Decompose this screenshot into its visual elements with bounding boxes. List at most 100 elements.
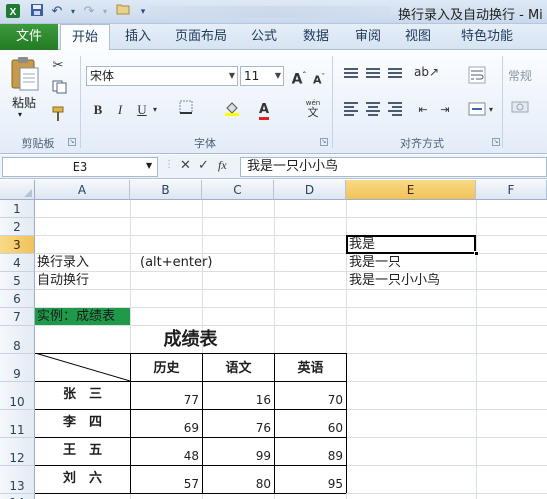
row-header-11[interactable]: 11	[0, 410, 35, 438]
column-header-a[interactable]: A	[35, 180, 130, 200]
tab-file[interactable]: 文件	[0, 24, 58, 50]
grow-font-icon[interactable]: Aˆ	[290, 66, 308, 88]
fill-handle[interactable]	[474, 251, 479, 256]
row-header-14[interactable]: 14	[0, 494, 35, 499]
row-header-9[interactable]: 9	[0, 354, 35, 382]
bold-button[interactable]: B	[90, 100, 106, 120]
splitter-icon[interactable]: ⋮	[164, 159, 176, 175]
shrink-font-icon[interactable]: Aˇ	[310, 67, 328, 87]
merge-center-icon[interactable]	[468, 102, 486, 116]
cut-icon[interactable]: ✂	[48, 56, 68, 76]
row-header-6[interactable]: 6	[0, 290, 35, 308]
score-name[interactable]: 张 三	[35, 386, 130, 403]
row-header-4[interactable]: 4	[0, 254, 35, 272]
tab-home[interactable]: 开始	[60, 24, 110, 51]
column-header-c[interactable]: C	[202, 180, 274, 200]
tab-special-features[interactable]: 特色功能	[452, 24, 522, 50]
score-header-chinese[interactable]: 语文	[203, 360, 274, 377]
align-top-icon[interactable]	[344, 68, 358, 78]
copy-icon[interactable]	[48, 80, 72, 100]
fill-color-icon[interactable]	[222, 100, 242, 120]
number-format-combo[interactable]: 常规	[508, 66, 547, 86]
score-table-title[interactable]: 成绩表	[35, 328, 346, 352]
cell-a7[interactable]: 实例：成绩表	[35, 308, 130, 325]
row-header-3[interactable]: 3	[0, 236, 35, 254]
font-dialog-launcher-icon[interactable]: ↘	[320, 138, 328, 146]
score-value[interactable]: 16	[203, 392, 271, 409]
row-header-2[interactable]: 2	[0, 218, 35, 236]
tab-page-layout[interactable]: 页面布局	[168, 24, 234, 50]
score-value[interactable]: 77	[131, 392, 199, 409]
tab-insert[interactable]: 插入	[116, 24, 160, 50]
score-value[interactable]: 57	[131, 476, 199, 493]
cell-a5[interactable]: 自动换行	[37, 272, 89, 289]
row-header-5[interactable]: 5	[0, 272, 35, 290]
font-name-combo[interactable]: 宋体 ▼	[86, 66, 238, 86]
phonetic-guide-icon[interactable]: wén 文	[300, 100, 326, 120]
score-value[interactable]: 48	[131, 448, 199, 465]
score-header-english[interactable]: 英语	[275, 360, 346, 377]
score-value[interactable]: 60	[275, 420, 343, 437]
font-color-icon[interactable]: A	[254, 100, 274, 120]
currency-icon[interactable]	[510, 100, 530, 120]
tab-data[interactable]: 数据	[296, 24, 336, 50]
font-size-combo[interactable]: 11 ▼	[240, 66, 284, 86]
row-header-12[interactable]: 12	[0, 438, 35, 466]
score-value[interactable]: 95	[275, 476, 343, 493]
insert-function-button[interactable]: fx	[218, 158, 227, 173]
cancel-icon[interactable]: ✕	[180, 158, 191, 173]
score-value[interactable]: 89	[275, 448, 343, 465]
align-middle-icon[interactable]	[366, 68, 380, 78]
column-header-b[interactable]: B	[130, 180, 202, 200]
tab-formulas[interactable]: 公式	[244, 24, 284, 50]
score-value[interactable]: 76	[203, 420, 271, 437]
align-bottom-icon[interactable]	[388, 68, 402, 78]
orientation-icon[interactable]: ab↗	[414, 62, 439, 82]
worksheet-grid[interactable]: A B C D E F 1 2 3 4 5 6 7 8 9 10 11 12 1…	[0, 180, 547, 499]
cell-b4[interactable]: (alt+enter)	[140, 254, 212, 271]
row-header-13[interactable]: 13	[0, 466, 35, 494]
row-header-1[interactable]: 1	[0, 200, 35, 218]
column-header-e[interactable]: E	[346, 180, 476, 200]
merge-dropdown-icon[interactable]: ▾	[486, 100, 496, 120]
score-value[interactable]: 99	[203, 448, 271, 465]
column-header-f[interactable]: F	[476, 180, 547, 200]
align-center-icon[interactable]	[366, 102, 380, 116]
name-box[interactable]: E3	[2, 157, 158, 177]
increase-indent-icon[interactable]: ⇥	[436, 100, 454, 120]
underline-button[interactable]: U	[134, 100, 150, 120]
format-painter-icon[interactable]	[48, 106, 68, 126]
formula-input[interactable]: 我是一只小小鸟	[240, 157, 547, 177]
clipboard-dialog-launcher-icon[interactable]: ↘	[68, 138, 76, 146]
align-left-icon[interactable]	[344, 102, 358, 116]
score-name[interactable]: 王 五	[35, 442, 130, 459]
column-header-d[interactable]: D	[274, 180, 346, 200]
score-value[interactable]: 69	[131, 420, 199, 437]
row-header-8[interactable]: 8	[0, 326, 35, 354]
underline-dropdown-icon[interactable]: ▾	[150, 100, 160, 120]
name-box-dropdown-icon[interactable]: ▼	[146, 161, 152, 170]
score-name[interactable]: 刘 六	[35, 470, 130, 487]
alignment-dialog-launcher-icon[interactable]: ↘	[492, 138, 500, 146]
score-value[interactable]: 70	[275, 392, 343, 409]
borders-icon[interactable]	[176, 100, 196, 120]
score-header-history[interactable]: 历史	[131, 360, 202, 377]
tab-review[interactable]: 审阅	[348, 24, 388, 50]
open-folder-icon[interactable]	[114, 3, 132, 21]
italic-button[interactable]: I	[112, 100, 128, 120]
score-value[interactable]: 80	[203, 476, 271, 493]
tab-view[interactable]: 视图	[398, 24, 438, 50]
cell-a4[interactable]: 换行录入	[37, 254, 89, 271]
save-icon[interactable]	[28, 3, 46, 21]
wrap-text-icon[interactable]	[468, 66, 486, 84]
row-header-7[interactable]: 7	[0, 308, 35, 326]
paste-dropdown-icon[interactable]: ▾	[18, 110, 22, 119]
enter-icon[interactable]: ✓	[198, 158, 209, 173]
paste-icon[interactable]	[8, 56, 40, 92]
score-name[interactable]: 李 四	[35, 414, 130, 431]
select-all-corner[interactable]	[0, 180, 35, 200]
paste-button[interactable]: 粘贴	[6, 94, 42, 111]
align-right-icon[interactable]	[388, 102, 402, 116]
redo-dropdown-icon[interactable]: ▾	[96, 3, 114, 21]
decrease-indent-icon[interactable]: ⇤	[414, 100, 432, 120]
